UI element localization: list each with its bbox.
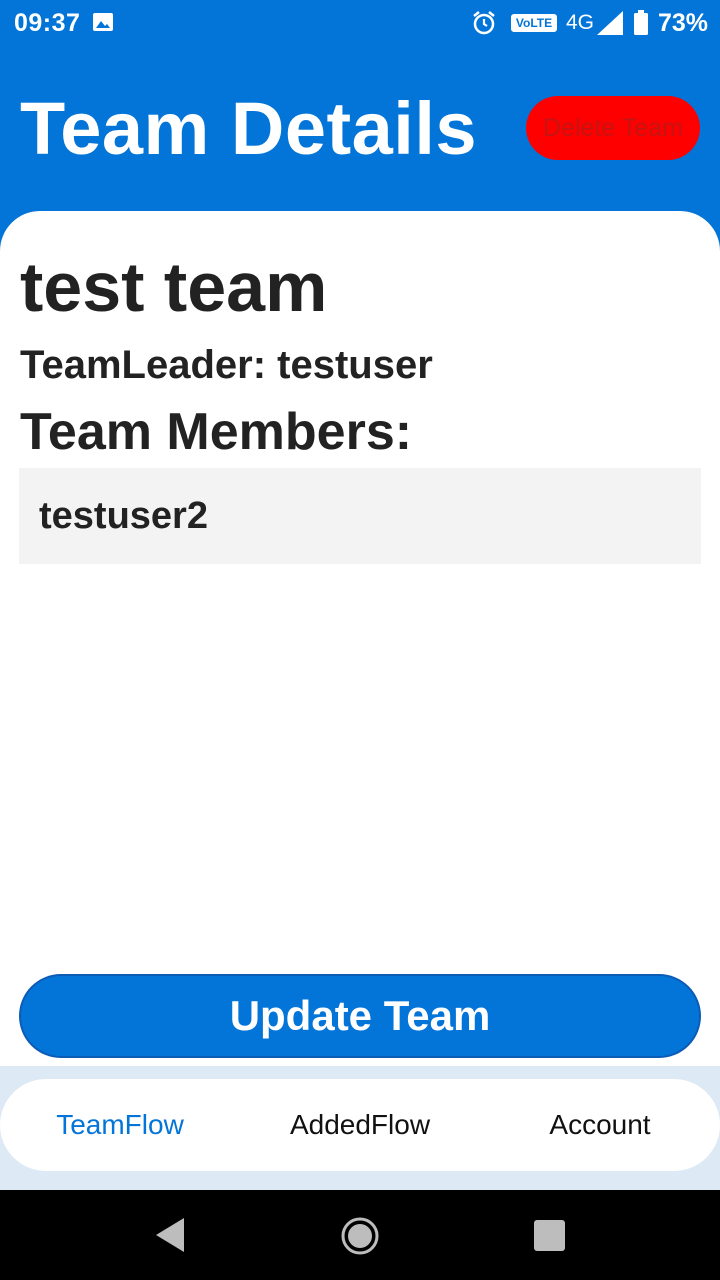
volte-badge: VoLTE (511, 14, 557, 32)
team-name: test team (20, 248, 328, 326)
nav-item-addedflow[interactable]: AddedFlow (240, 1079, 480, 1171)
signal-icon (597, 11, 623, 35)
page-title: Team Details (20, 87, 478, 170)
nav-item-teamflow[interactable]: TeamFlow (0, 1079, 240, 1171)
battery-percentage: 73% (658, 9, 709, 37)
team-members-list: testuser2 (19, 468, 701, 564)
home-icon[interactable] (340, 1216, 380, 1256)
status-bar: 09:37 VoLTE 4G 73% (0, 0, 720, 46)
back-icon[interactable] (156, 1218, 184, 1252)
bottom-nav: TeamFlow AddedFlow Account (0, 1079, 720, 1171)
team-leader-label: TeamLeader: testuser (20, 343, 433, 387)
team-members-heading: Team Members: (20, 403, 413, 461)
delete-team-button[interactable]: Delete Team (526, 96, 700, 160)
nav-item-account[interactable]: Account (480, 1079, 720, 1171)
list-item[interactable]: testuser2 (19, 468, 701, 564)
status-time: 09:37 (14, 9, 81, 37)
battery-icon (634, 10, 648, 35)
alarm-icon (473, 11, 495, 35)
image-notification-icon (93, 13, 113, 31)
network-type: 4G (566, 11, 595, 34)
recent-apps-icon[interactable] (534, 1220, 565, 1251)
update-team-button[interactable]: Update Team (19, 974, 701, 1058)
